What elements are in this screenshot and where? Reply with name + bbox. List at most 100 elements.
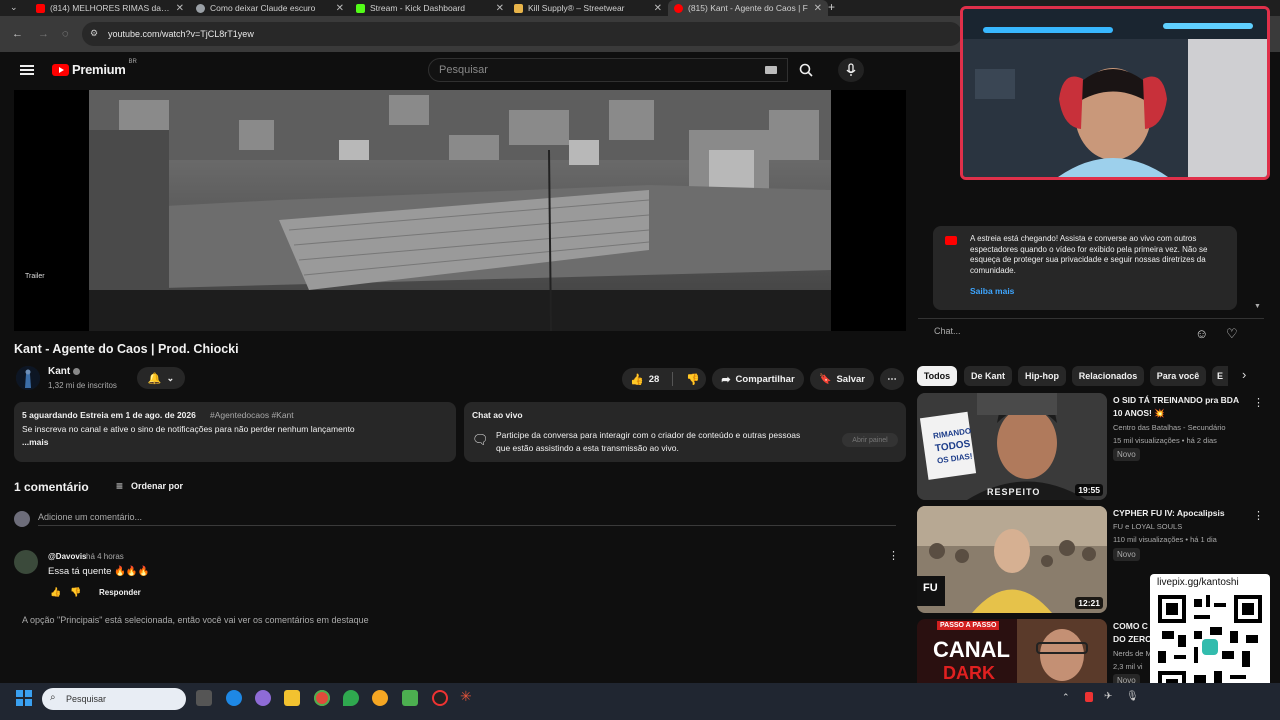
chip-para-voce[interactable]: Para você: [1150, 366, 1206, 386]
reply-button[interactable]: Responder: [99, 588, 141, 597]
tray-expand-icon[interactable]: ⌃: [1062, 692, 1070, 703]
chip-de-kant[interactable]: De Kant: [964, 366, 1012, 386]
sort-label: Ordenar por: [131, 481, 184, 491]
claude-icon[interactable]: ✳: [460, 688, 472, 705]
channel-name[interactable]: Kant: [48, 366, 70, 377]
more-actions-button[interactable]: ⋯: [880, 368, 904, 390]
address-bar[interactable]: ⚙ youtube.com/watch?v=TjCL8rT1yew: [82, 22, 962, 46]
recommended-menu-icon[interactable]: ⋮: [1253, 509, 1264, 522]
browser-tab-active[interactable]: (815) Kant - Agente do Caos | F ✕: [668, 0, 828, 16]
recommended-channel[interactable]: Nerds de M: [1113, 649, 1152, 658]
channel-avatar[interactable]: [16, 366, 40, 390]
chevron-right-icon[interactable]: ›: [1242, 367, 1246, 382]
app-icon[interactable]: [372, 690, 388, 706]
chip-more[interactable]: E: [1212, 366, 1228, 386]
shield-icon[interactable]: [343, 690, 359, 706]
close-tab-icon[interactable]: ✕: [496, 3, 504, 14]
emoji-icon[interactable]: ☺: [1195, 326, 1208, 341]
video-frame[interactable]: [89, 90, 831, 331]
chip-todos[interactable]: Todos: [917, 366, 957, 386]
recommended-channel[interactable]: Centro das Batalhas - Secundário: [1113, 423, 1226, 432]
microphone-tray-icon[interactable]: 🎙: [1126, 691, 1139, 702]
heart-icon[interactable]: ♡: [1226, 326, 1238, 342]
open-panel-button[interactable]: Abrir painel: [842, 433, 898, 447]
video-duration: 12:21: [1075, 597, 1103, 609]
chip-relacionados[interactable]: Relacionados: [1072, 366, 1144, 386]
tray-app-icon[interactable]: [1085, 692, 1093, 702]
voice-search-button[interactable]: [838, 58, 864, 82]
recommended-title[interactable]: COMO C: [1113, 621, 1148, 631]
tab-title: Stream - Kick Dashboard: [370, 3, 465, 13]
chip-hip-hop[interactable]: Hip-hop: [1018, 366, 1066, 386]
chat-input[interactable]: Chat...: [934, 326, 1184, 342]
dislike-button[interactable]: 👎: [686, 373, 700, 386]
file-explorer-icon[interactable]: [284, 690, 300, 706]
hamburger-menu-icon[interactable]: [20, 65, 34, 75]
webcam-image: [963, 9, 1267, 177]
recommended-title-line2[interactable]: DO ZERO: [1113, 634, 1152, 644]
close-tab-icon[interactable]: ✕: [814, 3, 822, 14]
comment-like-icon[interactable]: 👍: [50, 587, 61, 598]
browser-tab[interactable]: (814) MELHORES RIMAS da CL ✕: [30, 0, 190, 16]
comment-time[interactable]: há 4 horas: [86, 552, 124, 561]
add-comment-input[interactable]: Adicione um comentário...: [38, 512, 896, 526]
site-info-icon[interactable]: ⚙: [90, 28, 98, 39]
notification-bell-button[interactable]: 🔔 ⌄: [137, 367, 185, 389]
tray-app-icon[interactable]: ✈: [1104, 691, 1112, 702]
obs-icon[interactable]: [432, 690, 448, 706]
scroll-down-icon[interactable]: ▼: [1254, 303, 1261, 310]
like-button[interactable]: 👍 28: [630, 373, 659, 386]
sort-comments-button[interactable]: ≡ Ordenar por: [116, 479, 183, 493]
recommended-title[interactable]: O SID TÁ TREINANDO pra BDA: [1113, 395, 1239, 405]
learn-more-link[interactable]: Saiba mais: [970, 286, 1014, 296]
app-icon[interactable]: [402, 690, 418, 706]
thumbnail-text: FU: [923, 582, 938, 594]
close-tab-icon[interactable]: ✕: [336, 3, 344, 14]
chrome-browser-icon[interactable]: [314, 690, 330, 706]
recommended-thumbnail[interactable]: PASSO A PASSO CANAL DARK: [917, 619, 1107, 683]
chip-label: Para você: [1156, 371, 1200, 381]
close-tab-icon[interactable]: ✕: [654, 3, 662, 14]
recommended-menu-icon[interactable]: ⋮: [1253, 396, 1264, 409]
save-button[interactable]: 🔖 Salvar: [810, 368, 874, 390]
tab-title: (815) Kant - Agente do Caos | F: [688, 3, 808, 13]
task-view-icon[interactable]: [196, 690, 212, 706]
loading-spinner-icon[interactable]: ◌: [62, 28, 69, 40]
comments-footer-note: A opção "Principais" está selecionada, e…: [22, 615, 369, 625]
recommended-title-line2[interactable]: 10 ANOS! 💥: [1113, 408, 1165, 419]
show-more-link[interactable]: ...mais: [22, 437, 48, 447]
search-icon: ⌕: [50, 692, 56, 703]
hashtags[interactable]: #Agentedocaos #Kant: [210, 410, 294, 420]
back-arrow-icon[interactable]: ←: [12, 28, 23, 40]
new-tab-icon[interactable]: +: [828, 0, 835, 14]
taskbar-search-input[interactable]: ⌕ Pesquisar: [42, 688, 186, 710]
more-horizontal-icon: ⋯: [887, 373, 897, 385]
recommended-channel[interactable]: FU e LOYAL SOULS: [1113, 522, 1182, 531]
chat-placeholder: Chat...: [934, 326, 961, 336]
share-button[interactable]: ➦ Compartilhar: [712, 368, 804, 390]
comment-dislike-icon[interactable]: 👎: [70, 587, 81, 598]
commenter-avatar[interactable]: [14, 550, 38, 574]
recommended-thumbnail[interactable]: RIMANDO TODOS OS DIAS! RESPEITO 19:55: [917, 393, 1107, 500]
windows-start-icon[interactable]: [16, 690, 32, 706]
edge-browser-icon[interactable]: [226, 690, 242, 706]
browser-tab[interactable]: Kill Supply® – Streetwear ✕: [508, 0, 668, 16]
recommended-title[interactable]: CYPHER FU IV: Apocalipsis: [1113, 508, 1225, 518]
youtube-premium-logo[interactable]: Premium BR: [52, 59, 137, 77]
close-tab-icon[interactable]: ✕: [176, 3, 184, 14]
search-input[interactable]: Pesquisar: [428, 58, 788, 82]
verified-check-icon: [73, 368, 80, 375]
recommended-thumbnail[interactable]: FU 12:21: [917, 506, 1107, 613]
browser-tab[interactable]: Stream - Kick Dashboard ✕: [350, 0, 510, 16]
keyboard-icon[interactable]: [765, 66, 777, 74]
logo-text: Premium: [72, 62, 126, 77]
browser-tab[interactable]: Como deixar Claude escuro ✕: [190, 0, 350, 16]
search-button[interactable]: [788, 58, 824, 82]
recommended-meta: 110 mil visualizações • há 1 dia: [1113, 535, 1217, 544]
comment-author[interactable]: @Davovis: [48, 552, 86, 561]
thumbnail-text: CANAL: [933, 637, 1010, 662]
forward-arrow-icon[interactable]: →: [38, 28, 49, 40]
copilot-icon[interactable]: [255, 690, 271, 706]
tab-list-icon[interactable]: ⌄: [10, 2, 18, 13]
comment-menu-icon[interactable]: ⋮: [888, 549, 899, 562]
